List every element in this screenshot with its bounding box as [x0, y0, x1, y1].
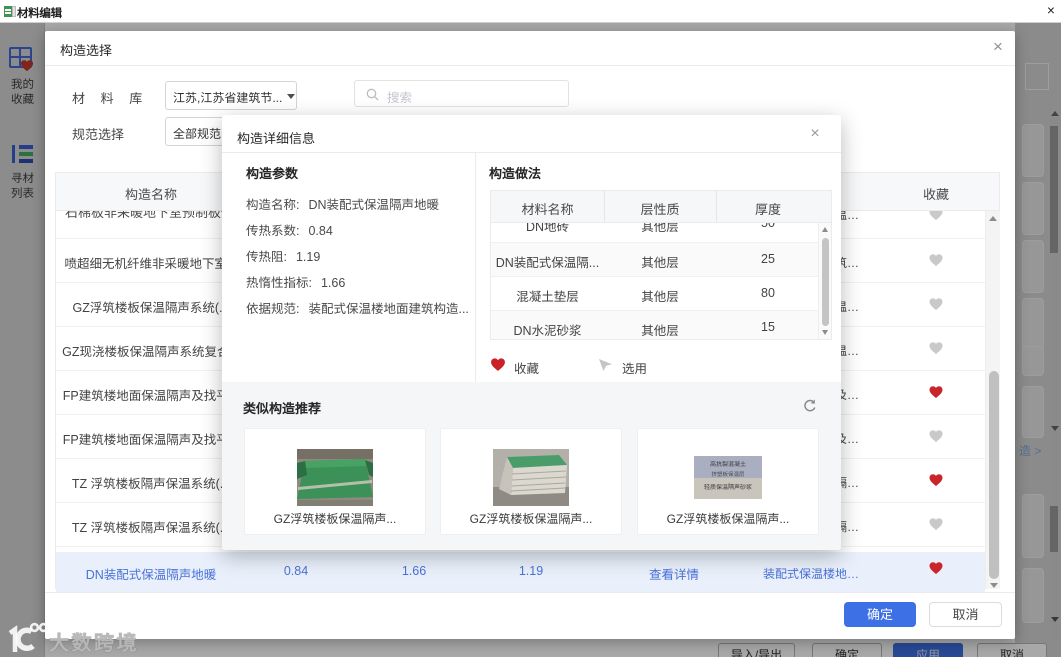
- svg-text:挤塑板保温层: 挤塑板保温层: [711, 471, 745, 478]
- svg-text:高抗裂混凝土: 高抗裂混凝土: [710, 460, 746, 468]
- svg-text:轻质保温隔声砂浆: 轻质保温隔声砂浆: [704, 483, 752, 491]
